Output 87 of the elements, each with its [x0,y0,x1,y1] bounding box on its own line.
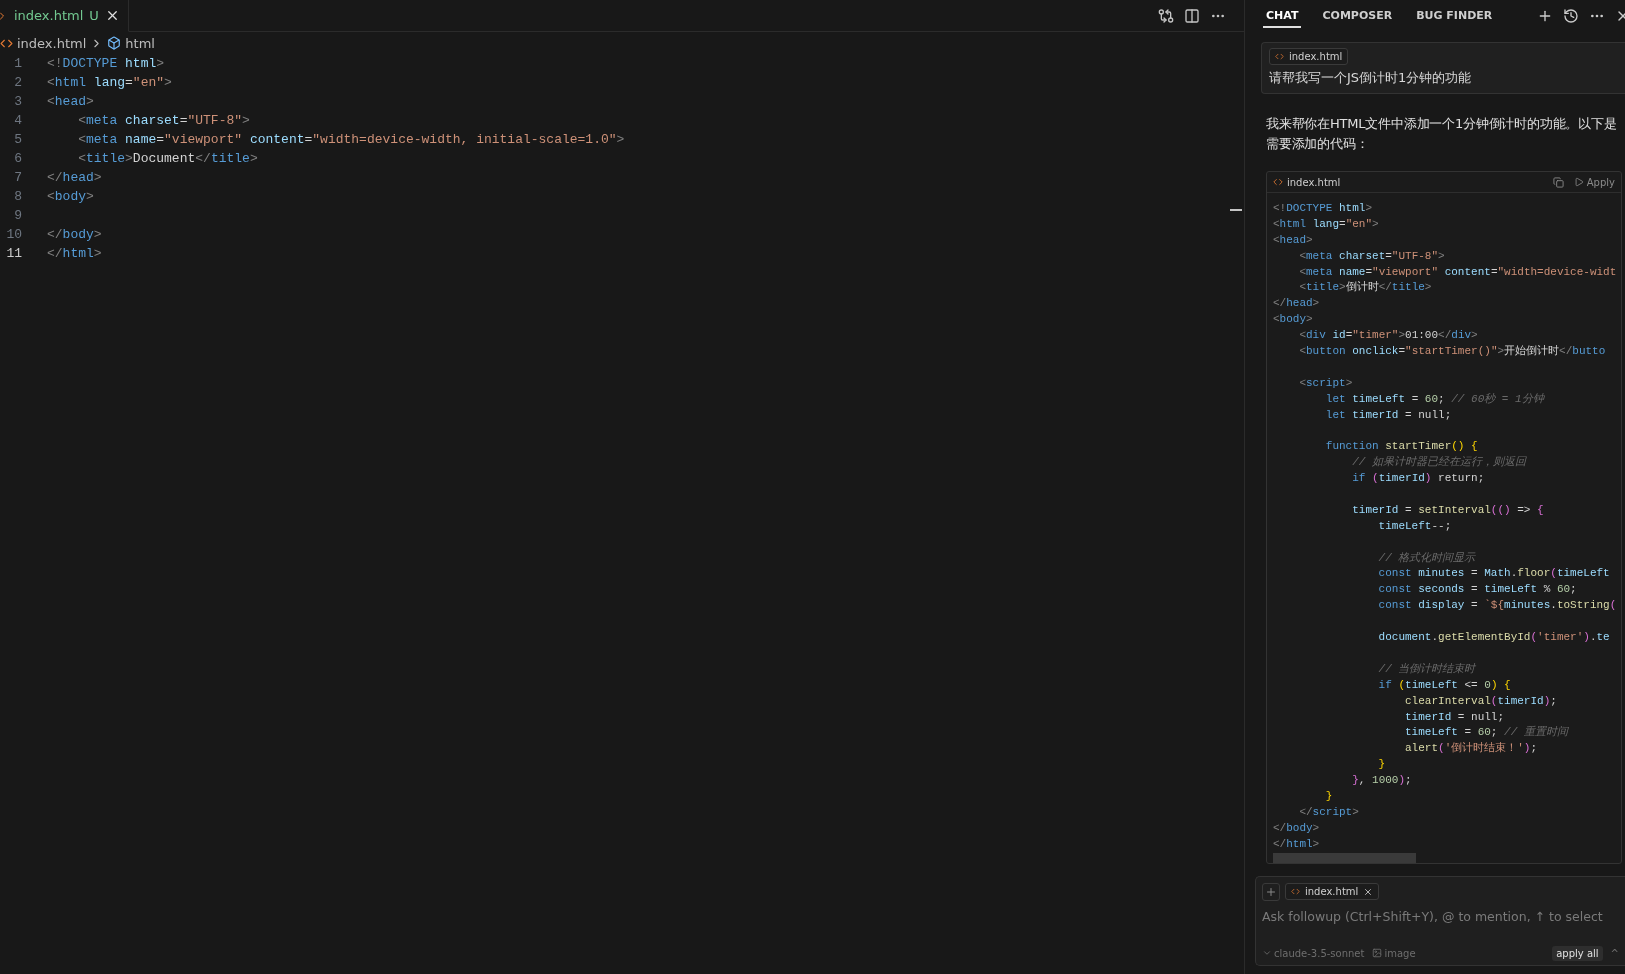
code-line: </body> [47,226,102,244]
line-number: 1 [13,55,22,73]
code-line: } [1324,789,1333,802]
line-number: 5 [13,131,22,149]
code-line: <meta charset="UTF-8"> [77,112,250,130]
line-number: 2 [13,74,22,92]
code-line: <html lang="en"> [47,74,172,92]
panel-tab[interactable]: CHAT [1263,3,1302,28]
code-line: function startTimer() { [1324,440,1478,453]
history-icon[interactable] [1563,7,1579,24]
code-line: }, 1000); [1351,774,1412,787]
file-chip[interactable]: index.html [1285,883,1380,900]
close-icon[interactable] [1363,886,1374,897]
code-line: if (timerId) return; [1351,472,1485,485]
code-line: <meta charset="UTF-8"> [1298,249,1445,262]
code-line: const seconds = timeLeft % 60; [1377,583,1577,596]
split-editor-icon[interactable] [1184,7,1200,24]
code-line: timeLeft = 60; // 重置时间 [1404,726,1568,739]
code-line: let timeLeft = 60; // 60秒 = 1分钟 [1324,392,1544,405]
shortcut-hint: ^ [1610,947,1619,959]
breadcrumb-item[interactable]: html [125,35,155,51]
file-name: index.html [1287,176,1341,188]
code-line: const minutes = Math.floor(timeLeft [1377,567,1610,580]
editor-tab[interactable]: index.html U [0,0,129,32]
line-number: 7 [13,169,22,187]
code-line: <title>倒计时</title> [1298,281,1432,294]
code-line: <!DOCTYPE html> [47,55,165,73]
tab-status: U [89,8,99,23]
code-line: </html> [47,245,102,263]
code-line: <body> [1273,313,1313,326]
code-line: </body> [1273,821,1320,834]
code-line: // 格式化时间显示 [1377,551,1476,564]
line-number: 9 [13,207,22,225]
tab-label: index.html [14,8,84,23]
code-line: <meta name="viewport" content="width=device-width, initial-scale=1.0"> [77,131,625,149]
chip-label: index.html [1305,886,1359,897]
chevron-down-icon [1262,948,1272,958]
apply-button[interactable]: Apply [1573,176,1615,188]
code-line: <button onclick="startTimer()">开始倒计时</butto [1298,345,1606,357]
plus-icon [1265,885,1277,898]
code-line: </html> [1273,837,1320,850]
code-line: <!DOCTYPE html> [1273,202,1373,214]
compare-icon[interactable] [1158,7,1174,24]
code-line: timeLeft--; [1377,519,1452,532]
panel-tab[interactable]: BUG FINDER [1413,3,1496,28]
code-line: </head> [1273,297,1320,310]
user-message: 请帮我写一个JS倒计时1分钟的功能 [1269,69,1472,87]
code-line: } [1377,758,1386,771]
play-icon [1573,177,1584,187]
apply-all-button[interactable]: apply all [1552,945,1603,961]
line-number: 6 [13,150,22,168]
code-line: <meta name="viewport" content="width=device-widt [1298,265,1617,278]
scrollbar-thumb[interactable] [1273,852,1416,863]
code-line: <body> [47,188,94,206]
panel-tab[interactable]: COMPOSER [1319,3,1396,28]
code-line: let timerId = null; [1324,408,1452,421]
code-line: document.getElementById('timer').te [1377,631,1610,644]
code-line: // 如果计时器已经在运行，则返回 [1351,456,1527,469]
breadcrumb-item[interactable]: index.html [17,35,87,51]
code-line: timerId = null; [1404,710,1505,723]
code-line: timerId = setInterval(() => { [1351,503,1544,516]
code-line: clearInterval(timerId); [1404,694,1557,707]
line-number: 4 [13,112,22,130]
code-line: <html lang="en"> [1273,217,1379,230]
line-number: 8 [13,188,22,206]
code-line: const display = `${minutes.toString( [1377,599,1617,612]
code-line: alert('倒计时结束！'); [1404,742,1538,755]
followup-field[interactable]: index.html Ask followup (Ctrl+Shift+Y), @ to mention, ↑ to select claude-3.5-sonnet image apply all ^ [1255,875,1625,966]
code-line: <script> [1298,376,1353,389]
reply-text: 我来帮你在HTML文件中添加一个1分钟倒计时的功能。以下是需要添加的代码： [1266,115,1618,153]
code-line: <head> [1273,233,1313,246]
chip-label: index.html [1289,51,1343,62]
overview-ruler-mark [1230,209,1242,211]
code-line: </head> [47,169,102,187]
line-number: 11 [5,245,22,263]
code-line: if (timeLeft <= 0) { [1377,678,1511,691]
code-line: <div id="timer">01:00</div> [1298,329,1478,342]
image-icon [1372,948,1383,958]
cube-icon [107,36,122,50]
code-line: </script> [1298,805,1359,818]
line-number: 10 [5,226,22,244]
code-line: // 当倒计时结束时 [1377,662,1476,675]
code-line: <title>Document</title> [77,150,258,168]
file-chip[interactable]: index.html [1269,48,1349,65]
copy-icon[interactable] [1552,176,1564,188]
code-line: <head> [47,93,94,111]
line-number: 3 [13,93,22,111]
